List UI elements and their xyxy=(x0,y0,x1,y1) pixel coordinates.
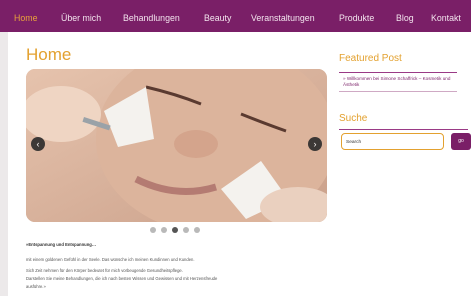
slider-dot[interactable] xyxy=(150,227,156,233)
slider-dot[interactable] xyxy=(194,227,200,233)
slide-photo-illustration xyxy=(26,69,327,222)
slider-dot-active[interactable] xyxy=(172,227,178,233)
search-input[interactable]: Search xyxy=(341,133,444,150)
nav-item-home[interactable]: Home xyxy=(14,11,37,25)
nav-item-ueber-mich[interactable]: Über mich xyxy=(61,11,101,25)
nav-item-kontakt[interactable]: Kontakt xyxy=(431,11,461,25)
search-button[interactable]: go xyxy=(451,133,471,150)
featured-post-title: Featured Post xyxy=(339,53,402,64)
nav-item-veranstaltungen[interactable]: Veranstaltungen xyxy=(251,11,315,25)
slider-dot[interactable] xyxy=(183,227,189,233)
nav-item-beauty[interactable]: Beauty xyxy=(204,11,231,25)
intro-heading: »Entspannung und Entspannung… xyxy=(26,242,97,247)
slider-next-button[interactable]: › xyxy=(308,137,322,151)
main-navigation: Home Über mich Behandlungen Beauty Veran… xyxy=(0,0,471,32)
page-content: Home ‹ › »Entspannung und Entspannung… m… xyxy=(8,32,471,296)
slider-dot[interactable] xyxy=(161,227,167,233)
search-title: Suche xyxy=(339,113,368,124)
nav-item-produkte[interactable]: Produkte xyxy=(339,11,374,25)
intro-paragraph: mit einem goldenen Gefühl in der Seele. … xyxy=(26,257,195,262)
nav-item-blog[interactable]: Blog xyxy=(396,11,414,25)
intro-paragraph: ausführe.» xyxy=(26,284,46,289)
intro-paragraph: Sich Zeit nehmen für den Körper bedeutet… xyxy=(26,268,183,273)
featured-post-link[interactable]: » Willkommen bei Simone Schaffrick – Kos… xyxy=(343,76,457,87)
intro-paragraph: Darstellen Sie meine Behandlungen, die i… xyxy=(26,276,218,281)
featured-post-box: » Willkommen bei Simone Schaffrick – Kos… xyxy=(339,72,457,92)
slider-prev-button[interactable]: ‹ xyxy=(31,137,45,151)
image-slider[interactable]: ‹ › xyxy=(26,69,327,222)
page-title: Home xyxy=(26,45,72,64)
nav-item-behandlungen[interactable]: Behandlungen xyxy=(123,11,180,25)
search-divider xyxy=(339,129,468,130)
